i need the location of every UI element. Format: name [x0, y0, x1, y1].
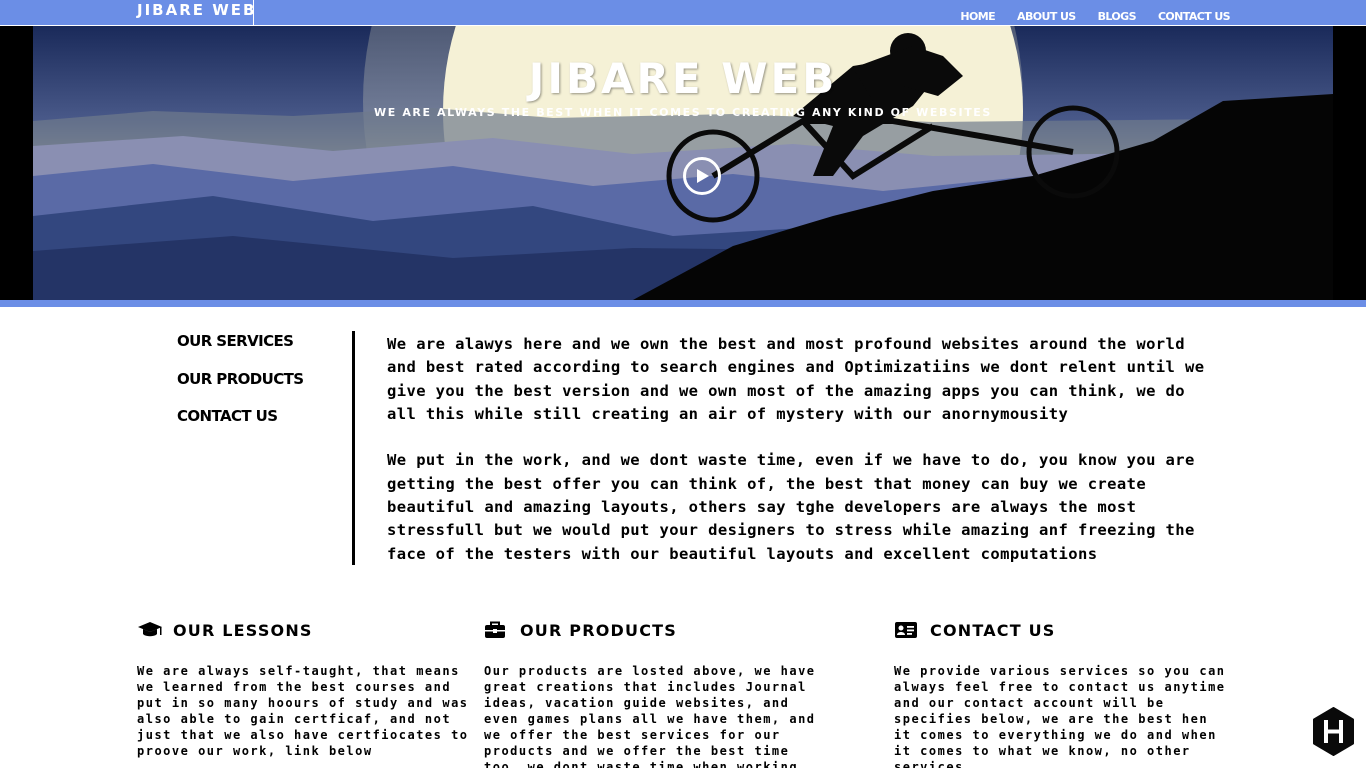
- hero-title: JIBARE WEB: [528, 54, 838, 103]
- nav-about-link[interactable]: ABOUT US: [1017, 10, 1076, 23]
- feature-body: We provide various services so you can a…: [894, 664, 1226, 768]
- intro-paragraph-1: We are alawys here and we own the best a…: [387, 335, 1205, 423]
- intro-paragraph-2: We put in the work, and we dont waste ti…: [387, 451, 1195, 563]
- feature-title: OUR PRODUCTS: [520, 620, 677, 640]
- play-circle-icon[interactable]: [683, 157, 721, 195]
- hero-banner: JIBARE WEB WE ARE ALWAYS THE BEST WHEN I…: [0, 26, 1366, 300]
- nav-blogs-link[interactable]: BLOGS: [1098, 10, 1137, 23]
- brand-divider: [253, 0, 254, 25]
- side-link-contact[interactable]: CONTACT US: [177, 407, 303, 445]
- side-link-services[interactable]: OUR SERVICES: [177, 332, 303, 370]
- feature-body: We are always self-taught, that means we…: [137, 664, 469, 758]
- vertical-divider: [352, 331, 355, 565]
- intro-text: We are alawys here and we own the best a…: [387, 333, 1217, 566]
- toolbox-icon: [484, 620, 510, 640]
- nav-contact-link[interactable]: CONTACT US: [1158, 10, 1231, 23]
- graduation-cap-icon: [137, 620, 163, 640]
- top-navbar: JIBARE WEB HOME ABOUT US BLOGS CONTACT U…: [0, 0, 1366, 26]
- feature-contact: CONTACT US We provide various services s…: [894, 620, 1234, 768]
- id-card-icon: [894, 620, 920, 640]
- hexagon-h-logo-icon[interactable]: [1312, 707, 1355, 756]
- side-menu: OUR SERVICES OUR PRODUCTS CONTACT US: [177, 332, 304, 445]
- feature-lessons: OUR LESSONS We are always self-taught, t…: [137, 620, 477, 759]
- hero-bottom-bar: [0, 300, 1366, 307]
- feature-products: OUR PRODUCTS Our products are losted abo…: [484, 620, 824, 768]
- feature-title: OUR LESSONS: [173, 620, 313, 640]
- nav-home-link[interactable]: HOME: [960, 10, 995, 23]
- side-link-products[interactable]: OUR PRODUCTS: [177, 370, 304, 408]
- feature-title: CONTACT US: [930, 620, 1056, 640]
- feature-body: Our products are losted above, we have g…: [484, 664, 816, 768]
- hero-subtitle: WE ARE ALWAYS THE BEST WHEN IT COMES TO …: [374, 106, 992, 119]
- nav-links: HOME ABOUT US BLOGS CONTACT US: [938, 10, 1230, 23]
- brand-logo[interactable]: JIBARE WEB: [137, 1, 256, 19]
